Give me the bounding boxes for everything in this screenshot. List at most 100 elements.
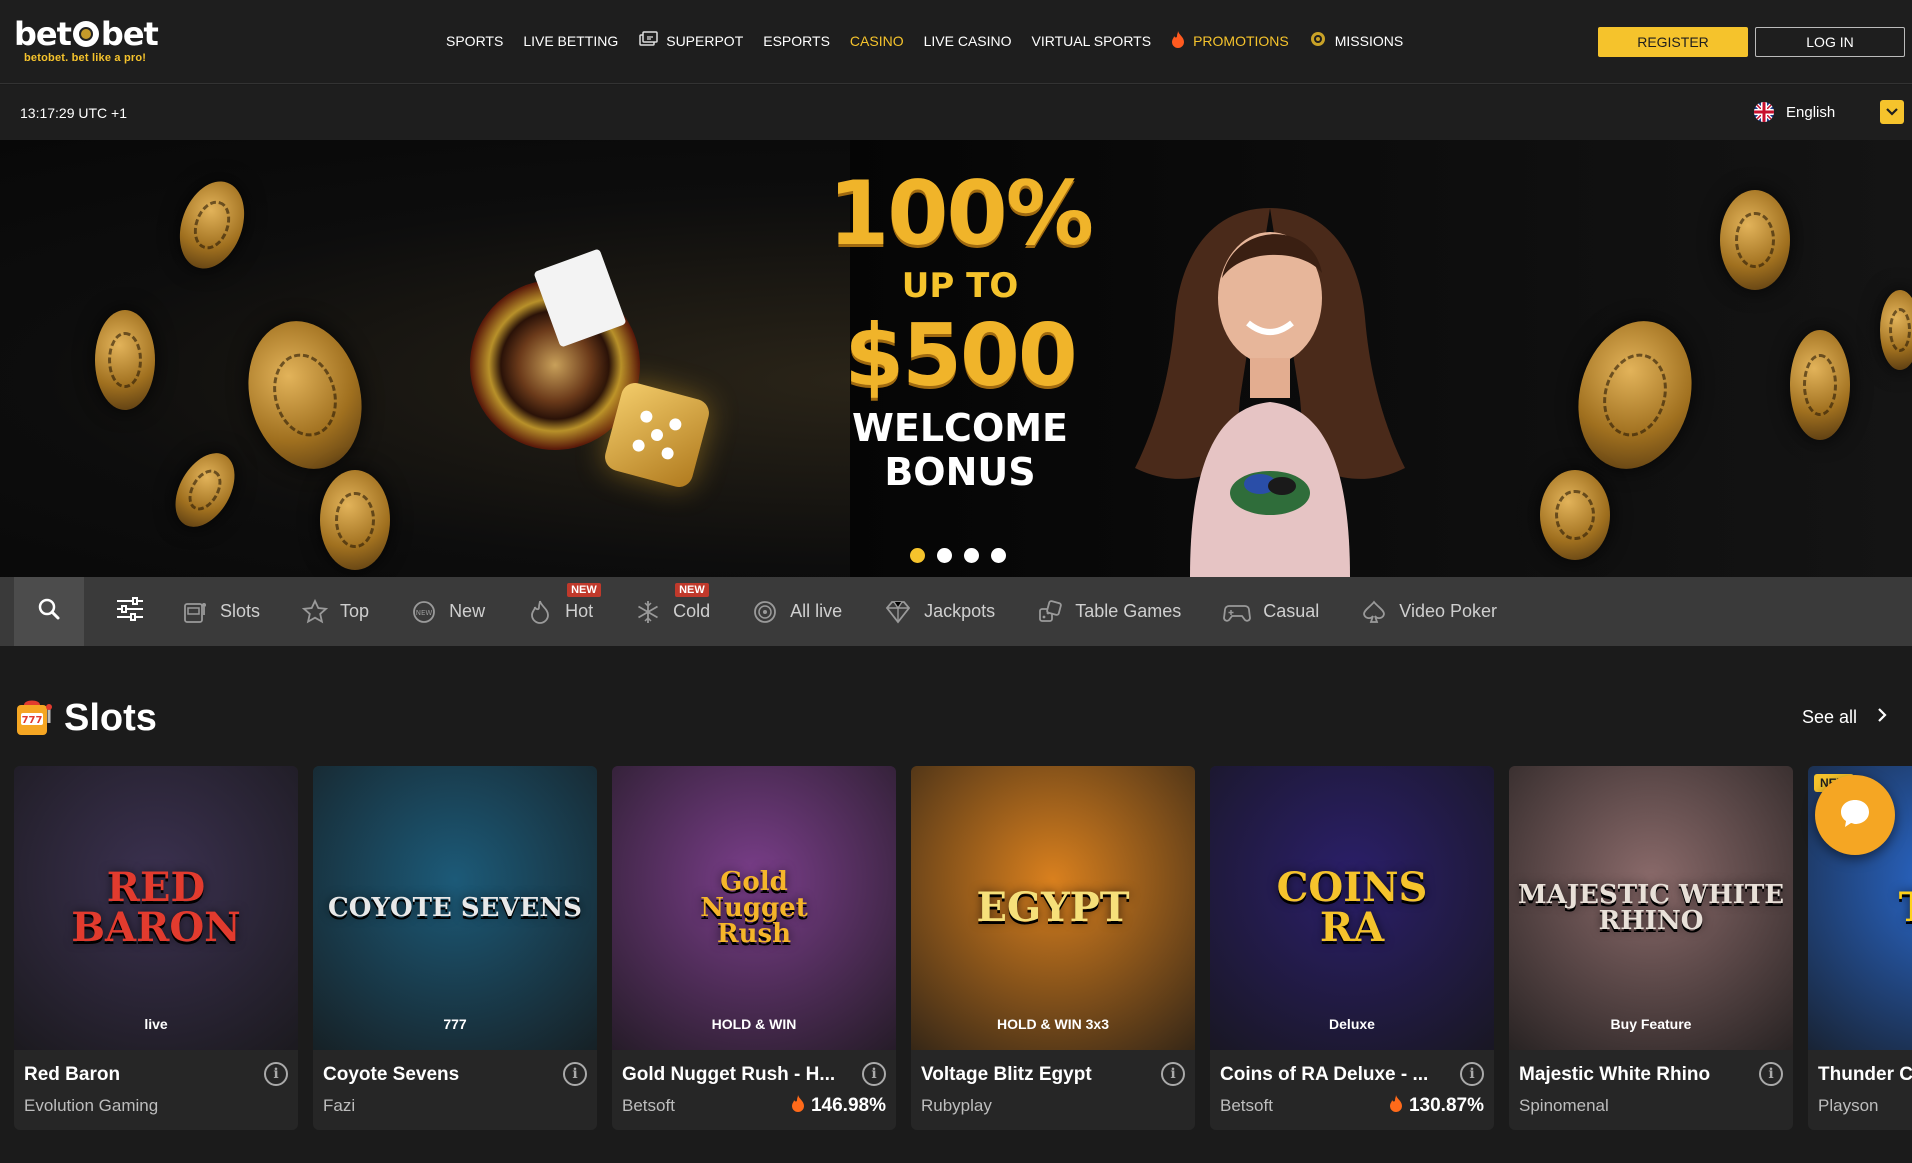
nav-label: MISSIONS <box>1334 32 1404 49</box>
category-label: Table Games <box>1075 601 1182 621</box>
game-card[interactable]: Gold Nugget Rush HOLD & WIN Gold Nugget Ru… <box>612 766 896 1130</box>
info-icon[interactable]: i <box>264 1062 288 1086</box>
category-label: Casual <box>1263 601 1320 621</box>
game-card[interactable]: RED BARON live Red Baron Evolution Gaming i <box>14 766 298 1130</box>
filter-button[interactable] <box>108 577 152 646</box>
search-icon <box>37 597 61 626</box>
game-title[interactable]: Gold Nugget Rush - H... <box>622 1064 835 1086</box>
logo-text-right: bet <box>100 15 159 53</box>
nav-missions[interactable]: MISSIONS <box>1309 30 1403 51</box>
info-icon[interactable]: i <box>563 1062 587 1086</box>
game-provider: Spinomenal <box>1519 1096 1609 1115</box>
game-art-title: COYOTE SEVENS <box>328 893 582 923</box>
game-art-subtitle: live <box>144 1016 168 1032</box>
game-card[interactable]: EGYPT HOLD & WIN 3x3 Voltage Blitz Egypt Ru… <box>911 766 1195 1130</box>
game-carousel: RED BARON live Red Baron Evolution Gaming i C… <box>14 766 1912 1130</box>
chip-decoration <box>232 308 378 482</box>
nav-label: SUPERPOT <box>666 32 744 49</box>
new-icon: NEW <box>411 599 437 625</box>
register-button[interactable]: REGISTER <box>1598 27 1748 57</box>
game-thumbnail[interactable]: Gold Nugget Rush HOLD & WIN <box>612 766 896 1050</box>
category-hot[interactable]: Hot NEW <box>527 577 601 646</box>
rtp-value: 130.87% <box>1389 1094 1484 1118</box>
info-icon[interactable]: i <box>1460 1062 1484 1086</box>
see-all-link[interactable]: See all <box>1802 706 1887 729</box>
section-header: 777 Slots <box>14 695 157 742</box>
carousel-dot[interactable] <box>964 548 979 563</box>
game-card[interactable]: COINS RA Deluxe Coins of RA Deluxe - ... Be… <box>1210 766 1494 1130</box>
nav-sports[interactable]: SPORTS <box>446 33 503 49</box>
category-label: Jackpots <box>924 601 996 621</box>
category-cold[interactable]: Cold NEW <box>635 577 710 646</box>
category-label: New <box>449 601 486 621</box>
flame-icon <box>1389 1094 1403 1118</box>
game-thumbnail[interactable]: RED BARON live <box>14 766 298 1050</box>
slot-machine-icon: 777 <box>14 695 54 742</box>
top-header: bet bet betobet. bet like a pro! SPORTS … <box>0 0 1912 84</box>
nav-label: ESPORTS <box>763 32 830 49</box>
promo-banner[interactable]: 100% UP TO $500 WELCOME BONUS <box>0 140 1912 577</box>
game-title[interactable]: Red Baron <box>24 1064 120 1086</box>
category-video-poker[interactable]: Video Poker <box>1361 577 1497 646</box>
clock: 13:17:29 UTC +1 <box>20 105 128 121</box>
chat-bubble-icon <box>1838 797 1872 834</box>
search-button[interactable] <box>14 577 84 646</box>
nav-esports[interactable]: ESPORTS <box>763 33 830 49</box>
info-icon[interactable]: i <box>862 1062 886 1086</box>
flame-icon <box>527 599 553 625</box>
chevron-right-icon <box>1877 706 1887 729</box>
chat-button[interactable] <box>1815 775 1895 855</box>
game-thumbnail[interactable]: EGYPT HOLD & WIN 3x3 <box>911 766 1195 1050</box>
logo-tagline: betobet. bet like a pro! <box>24 52 147 64</box>
game-title[interactable]: Thunder C <box>1818 1064 1912 1086</box>
game-thumbnail[interactable]: COYOTE SEVENS 777 <box>313 766 597 1050</box>
nav-virtual-sports[interactable]: VIRTUAL SPORTS <box>1032 33 1152 49</box>
category-top[interactable]: Top <box>302 577 369 646</box>
banner-amount: $500 <box>844 306 1077 406</box>
rtp-label: 146.98% <box>810 1095 886 1116</box>
login-button[interactable]: LOG IN <box>1755 27 1905 57</box>
chip-decoration <box>1540 470 1610 560</box>
nav-casino[interactable]: CASINO <box>850 33 904 49</box>
game-title[interactable]: Voltage Blitz Egypt <box>921 1064 1092 1086</box>
new-badge: NEW <box>675 583 709 597</box>
section-title: Slots <box>64 697 157 739</box>
nav-promotions[interactable]: PROMOTIONS <box>1171 30 1289 51</box>
category-jackpots[interactable]: Jackpots <box>884 577 995 646</box>
game-art-title: EGYPT <box>976 884 1130 931</box>
language-selector[interactable]: English <box>1754 102 1835 122</box>
game-card[interactable]: COYOTE SEVENS 777 Coyote Sevens Fazi i <box>313 766 597 1130</box>
game-title[interactable]: Majestic White Rhino <box>1519 1064 1710 1086</box>
carousel-dot[interactable] <box>991 548 1006 563</box>
category-all-live[interactable]: All live <box>752 577 842 646</box>
logo[interactable]: bet bet betobet. bet like a pro! <box>14 15 159 64</box>
category-casual[interactable]: Casual <box>1223 577 1319 646</box>
game-thumbnail[interactable]: COINS RA Deluxe <box>1210 766 1494 1050</box>
carousel-dot[interactable] <box>937 548 952 563</box>
game-title[interactable]: Coyote Sevens <box>323 1064 459 1086</box>
snowflake-icon <box>635 599 661 625</box>
rtp-value: 146.98% <box>791 1094 886 1118</box>
category-slots[interactable]: Slots <box>182 577 260 646</box>
game-title[interactable]: Coins of RA Deluxe - ... <box>1220 1064 1428 1086</box>
category-new[interactable]: NEW New <box>411 577 485 646</box>
game-provider: Evolution Gaming <box>24 1096 159 1115</box>
game-provider: Rubyplay <box>921 1096 992 1115</box>
carousel-dot[interactable] <box>910 548 925 563</box>
info-icon[interactable]: i <box>1759 1062 1783 1086</box>
chip-decoration <box>1880 290 1912 370</box>
info-icon[interactable]: i <box>1161 1062 1185 1086</box>
nav-live-betting[interactable]: LIVE BETTING <box>523 33 618 49</box>
game-art-subtitle: HOL <box>1808 1016 1912 1032</box>
chip-decoration <box>163 442 247 538</box>
chevron-down-icon[interactable] <box>1880 100 1904 124</box>
sliders-icon <box>115 596 145 627</box>
game-card[interactable]: MAJESTIC WHITE RHINO Buy Feature Majestic … <box>1509 766 1793 1130</box>
nav-superpot[interactable]: SUPERPOT <box>638 31 743 50</box>
category-label: Cold <box>673 601 711 621</box>
game-thumbnail[interactable]: MAJESTIC WHITE RHINO Buy Feature <box>1509 766 1793 1050</box>
svg-text:NEW: NEW <box>416 609 433 617</box>
nav-live-casino[interactable]: LIVE CASINO <box>924 33 1012 49</box>
game-art-subtitle: 777 <box>443 1016 467 1032</box>
category-table-games[interactable]: Table Games <box>1037 577 1181 646</box>
